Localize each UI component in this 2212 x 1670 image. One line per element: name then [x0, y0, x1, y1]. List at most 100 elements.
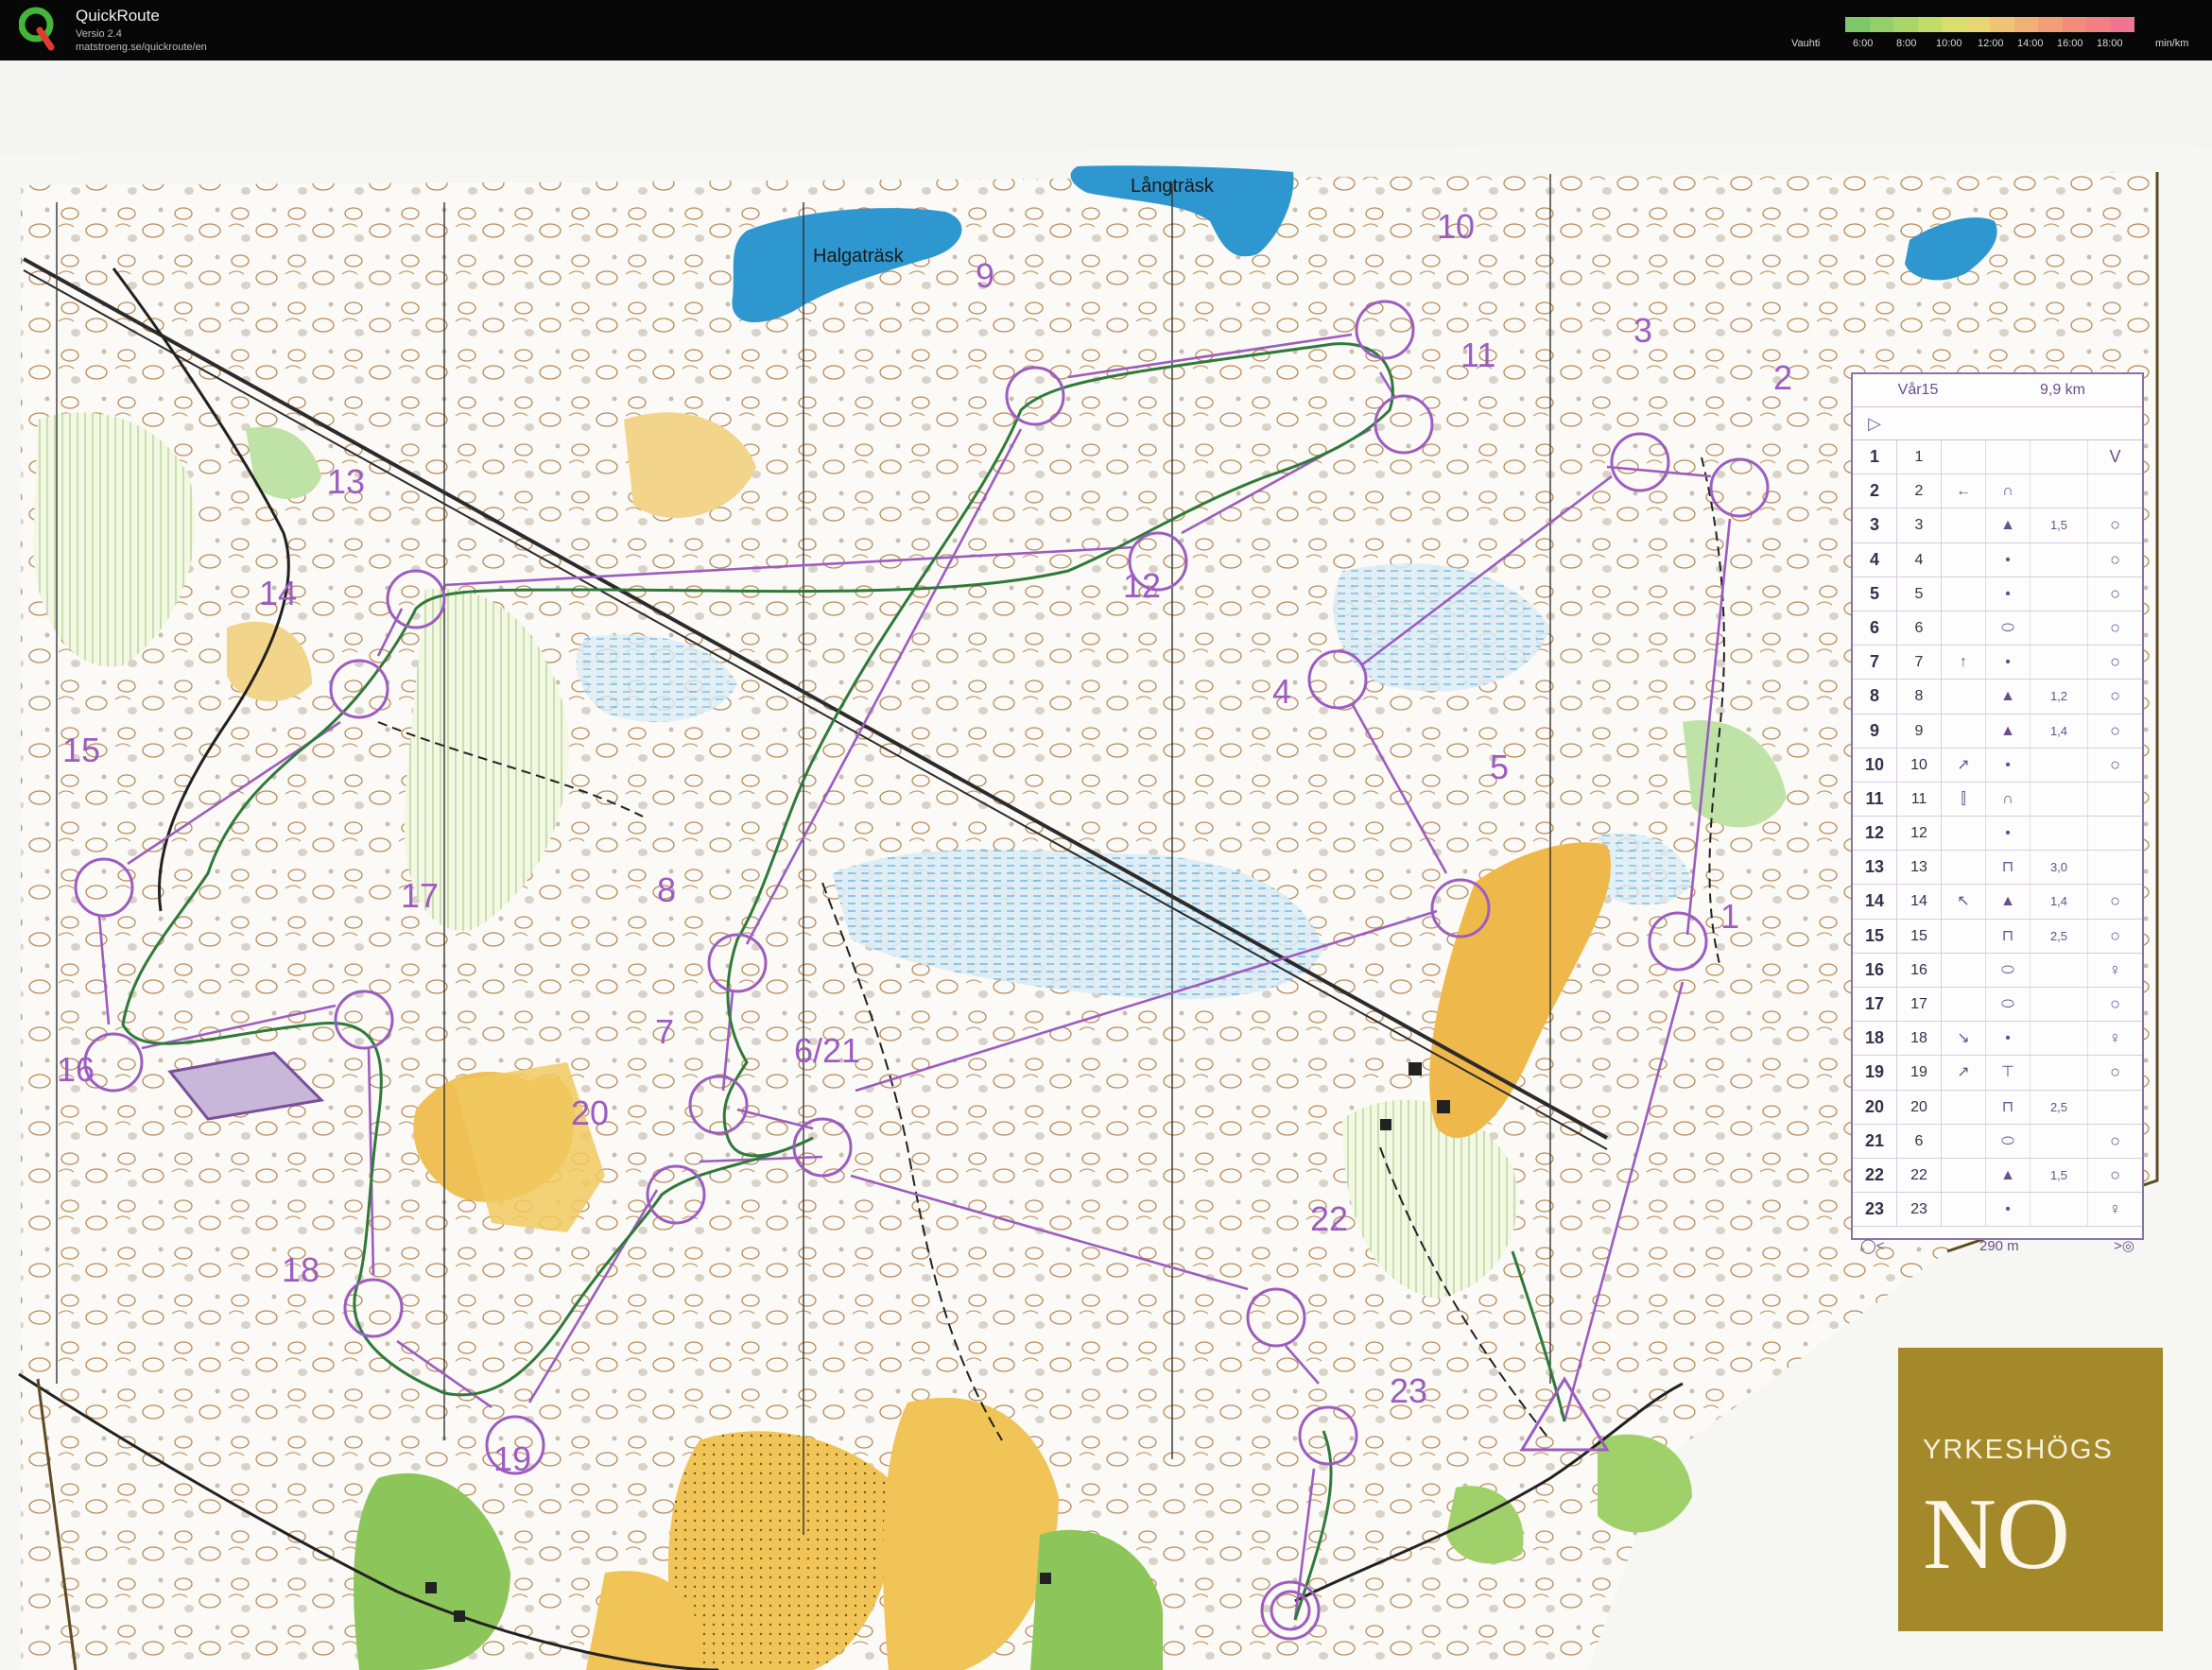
pace-tick: 10:00	[1936, 38, 1962, 49]
control-code: 12	[1897, 817, 1942, 851]
control-code: 15	[1897, 919, 1942, 953]
pace-tick: 18:00	[2097, 38, 2123, 49]
building	[1040, 1573, 1051, 1584]
control-direction	[1942, 953, 1986, 987]
course-name: Vår15	[1897, 382, 1939, 398]
control-dimension	[2031, 953, 2088, 987]
control-location: ○	[2110, 617, 2120, 637]
pace-scale-segment	[2062, 17, 2086, 32]
control-number-4: 4	[1272, 672, 1292, 711]
control-direction	[1942, 440, 1986, 474]
control-table-row: 10 10 ↗ • ○	[1853, 748, 2142, 783]
control-number-12: 12	[1123, 566, 1162, 605]
control-code: 10	[1897, 748, 1942, 782]
control-dimension: 1,2	[2031, 680, 2088, 714]
control-table-row: 21 6 ⬭ ○	[1853, 1124, 2142, 1159]
control-number-1: 1	[1720, 897, 1740, 936]
control-no: 7	[1853, 646, 1897, 680]
control-code: 17	[1897, 988, 1942, 1022]
control-location	[2088, 851, 2142, 884]
control-feature: ▲	[1986, 680, 2031, 714]
control-feature: ⊤	[1986, 1056, 2031, 1090]
building	[1437, 1100, 1450, 1113]
control-location: ○	[2110, 754, 2120, 774]
pace-scale-segment	[2038, 17, 2063, 32]
control-feature: •	[1986, 1022, 2031, 1056]
control-table-row: 9 9 ▲ 1,4 ○	[1853, 714, 2142, 749]
pace-scale-segment	[1965, 17, 1990, 32]
control-direction	[1942, 1193, 1986, 1227]
control-no: 18	[1853, 1022, 1897, 1056]
control-dimension: 2,5	[2031, 919, 2088, 953]
control-no: 16	[1853, 953, 1897, 987]
control-direction	[1942, 680, 1986, 714]
control-table-row: 8 8 ▲ 1,2 ○	[1853, 680, 2142, 714]
control-table-row: 23 23 • ♀	[1853, 1193, 2142, 1228]
control-table-row: 7 7 ↑ • ○	[1853, 646, 2142, 680]
app-name: QuickRoute	[76, 7, 160, 25]
control-dimension	[2031, 1056, 2088, 1090]
control-direction	[1942, 988, 1986, 1022]
control-dimension	[2031, 611, 2088, 646]
pace-scale-segment	[2110, 17, 2134, 32]
control-feature: ▲	[1986, 885, 2031, 919]
control-table-header: Vår15 9,9 km	[1853, 374, 2142, 407]
control-feature	[1986, 440, 2031, 474]
control-no: 11	[1853, 782, 1897, 817]
control-direction: ↖	[1942, 885, 1986, 919]
control-table-row: 5 5 • ○	[1853, 577, 2142, 611]
control-dimension	[2031, 1124, 2088, 1158]
control-location: V	[2109, 447, 2121, 466]
control-number-14: 14	[259, 574, 298, 612]
control-code: 1	[1897, 440, 1942, 474]
control-number-2: 2	[1773, 358, 1793, 397]
pace-scale-segment	[1845, 17, 1870, 32]
control-table-row: 3 3 ▲ 1,5 ○	[1853, 508, 2142, 543]
control-feature: ▲	[1986, 1158, 2031, 1193]
control-dimension: 3,0	[2031, 851, 2088, 885]
control-direction: ⫿	[1942, 782, 1986, 817]
control-location: ○	[2110, 583, 2120, 603]
control-feature: ⊓	[1986, 1090, 2031, 1124]
control-no: 4	[1853, 542, 1897, 577]
pace-color-scale	[1845, 17, 2134, 32]
control-table-row: 18 18 ↘ • ♀	[1853, 1022, 2142, 1057]
pace-tick: 8:00	[1896, 38, 1917, 49]
pace-scale-label: Vauhti	[1791, 38, 1821, 49]
orienteering-map[interactable]: Halgaträsk Långträsk 1 2 3 4 5 6/21 7 8 …	[0, 60, 2212, 1670]
control-table-row: 6 6 ⬭ ○	[1853, 611, 2142, 646]
control-dimension	[2031, 474, 2088, 508]
control-no: 5	[1853, 577, 1897, 611]
control-no: 22	[1853, 1158, 1897, 1193]
control-number-5: 5	[1490, 748, 1510, 786]
control-feature: •	[1986, 577, 2031, 611]
control-code: 16	[1897, 953, 1942, 987]
control-location: ♀	[2108, 1028, 2122, 1048]
sponsor-banner: YRKESHÖGS NO	[1898, 1348, 2163, 1631]
lake-label-langtrask: Långträsk	[1131, 176, 1214, 197]
app-url[interactable]: matstroeng.se/quickroute/en	[76, 42, 207, 53]
control-location: ○	[2110, 652, 2120, 672]
control-location: ○	[2110, 720, 2120, 740]
control-feature: ⬭	[1986, 611, 2031, 646]
control-code: 14	[1897, 885, 1942, 919]
control-number-8: 8	[657, 870, 677, 909]
control-no: 14	[1853, 885, 1897, 919]
control-number-23: 23	[1390, 1371, 1428, 1410]
control-number-22: 22	[1310, 1199, 1349, 1238]
control-no: 23	[1853, 1193, 1897, 1227]
control-dimension	[2031, 440, 2088, 474]
control-direction	[1942, 611, 1986, 646]
control-dimension	[2031, 988, 2088, 1022]
control-table-footer: ◯< 290 m >◎	[1853, 1227, 2142, 1265]
control-table-row: 22 22 ▲ 1,5 ○	[1853, 1158, 2142, 1194]
control-table-start-row: ▷	[1853, 407, 2142, 440]
control-feature: ⬭	[1986, 953, 2031, 987]
control-location: ○	[2110, 515, 2120, 535]
pace-scale-segment	[2086, 17, 2111, 32]
control-table-row: 12 12 •	[1853, 817, 2142, 852]
control-no: 17	[1853, 988, 1897, 1022]
app-header: QuickRoute Versio 2.4 matstroeng.se/quic…	[0, 0, 2212, 60]
control-code: 2	[1897, 474, 1942, 508]
control-number-20: 20	[571, 1093, 610, 1132]
